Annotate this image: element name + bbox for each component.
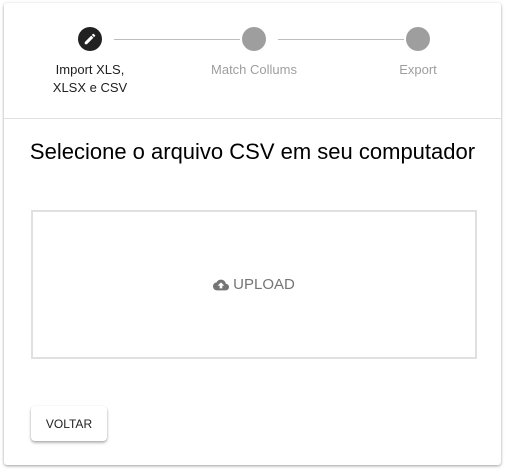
upload-dropzone[interactable]: UPLOAD (31, 210, 477, 359)
back-button[interactable]: VOLTAR (31, 406, 107, 441)
page-title: Selecione o arquivo CSV em seu computado… (29, 139, 476, 164)
step-1-label: Import XLS, XLSX e CSV (52, 62, 128, 95)
step-3-circle-icon[interactable] (406, 27, 430, 51)
step-connector (114, 39, 240, 40)
step-connector (278, 39, 404, 40)
step-1-pencil-icon[interactable] (78, 27, 102, 51)
import-card: Import XLS, XLSX e CSV Match Collums Exp… (4, 3, 501, 465)
pencil-icon (84, 33, 96, 45)
upload-label: UPLOAD (233, 276, 295, 293)
stepper: Import XLS, XLSX e CSV Match Collums Exp… (4, 3, 501, 119)
upload-button[interactable]: UPLOAD (213, 276, 295, 293)
step-2-label: Match Collums (211, 62, 297, 77)
cloud-upload-icon (213, 279, 230, 290)
step-3-label: Export (399, 62, 437, 77)
step-2-circle-icon[interactable] (242, 27, 266, 51)
